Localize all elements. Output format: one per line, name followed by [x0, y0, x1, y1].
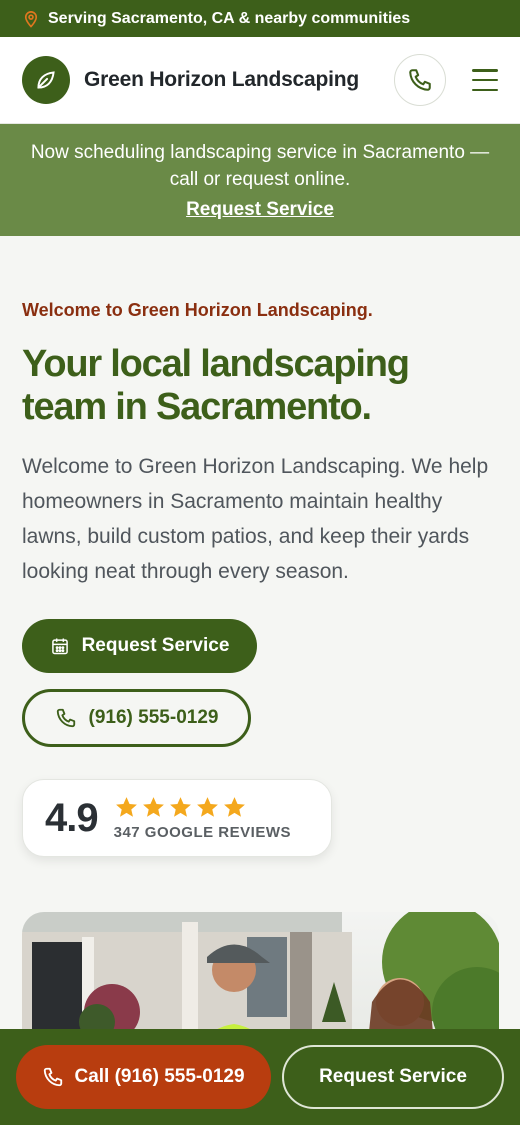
star-icon: [196, 797, 218, 817]
phone-call-button[interactable]: (916) 555-0129: [22, 689, 251, 747]
phone-number-label: (916) 555-0129: [88, 707, 219, 728]
brand-name[interactable]: Green Horizon Landscaping: [84, 68, 359, 92]
star-icon: [169, 797, 191, 817]
star-icon: [142, 797, 164, 817]
hero-headline: Your local landscaping team in Sacrament…: [22, 343, 410, 428]
phone-icon: [409, 69, 431, 91]
star-icon: [115, 797, 137, 817]
calendar-icon: [51, 638, 68, 655]
star-icon: [223, 797, 245, 817]
hamburger-menu-icon[interactable]: [472, 69, 498, 91]
request-service-button[interactable]: Request Service: [22, 619, 257, 673]
sticky-request-label: Request Service: [319, 1066, 467, 1087]
rating-stars: [114, 795, 291, 820]
leaf-logo-icon[interactable]: [22, 56, 70, 104]
phone-icon: [56, 708, 75, 728]
google-rating-card[interactable]: 4.9 347 GOOGLE REVIEWS: [22, 779, 332, 857]
phone-icon: [44, 1067, 63, 1087]
request-service-label: Request Service: [81, 635, 230, 656]
hero-description: Welcome to Green Horizon Landscaping. We…: [22, 455, 489, 583]
hero-eyebrow: Welcome to Green Horizon Landscaping.: [22, 300, 373, 320]
map-pin-icon: [24, 10, 38, 28]
location-text: Serving Sacramento, CA & nearby communit…: [48, 9, 411, 27]
sticky-request-button[interactable]: Request Service: [282, 1045, 504, 1109]
rating-score: 4.9: [45, 795, 99, 840]
sticky-call-button[interactable]: Call (916) 555-0129: [16, 1045, 271, 1109]
header-call-button[interactable]: [394, 54, 446, 106]
review-count: 347 GOOGLE REVIEWS: [113, 824, 291, 841]
site-header: Green Horizon Landscaping: [0, 37, 520, 124]
sticky-action-bar: Call (916) 555-0129 Request Service: [0, 1029, 520, 1125]
announcement-text: Now scheduling landscaping service in Sa…: [30, 142, 490, 190]
announcement-banner: Now scheduling landscaping service in Sa…: [0, 124, 520, 236]
sticky-call-label: Call (916) 555-0129: [74, 1066, 245, 1087]
hero-section: Welcome to Green Horizon Landscaping. Yo…: [0, 236, 520, 857]
announcement-request-link[interactable]: Request Service: [186, 199, 334, 221]
location-topbar: Serving Sacramento, CA & nearby communit…: [0, 0, 520, 37]
